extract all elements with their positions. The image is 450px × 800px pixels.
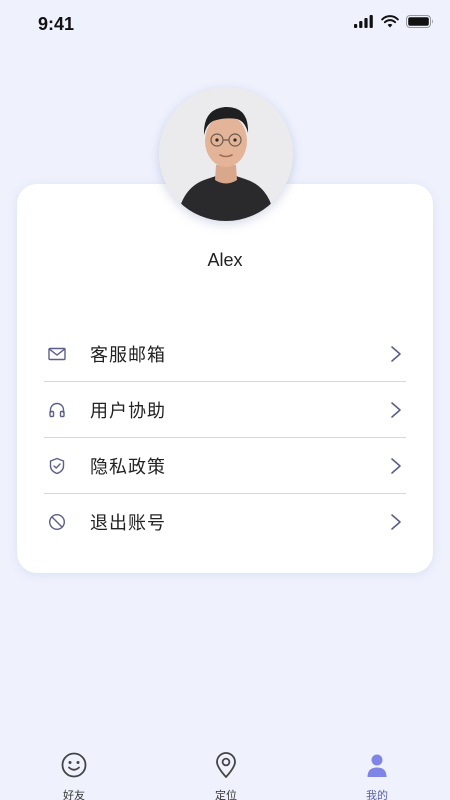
profile-name: Alex xyxy=(207,250,243,270)
tab-label: 定位 xyxy=(215,789,237,800)
menu-item-logout[interactable]: 退出账号 xyxy=(44,494,406,550)
user-icon xyxy=(367,754,387,777)
tab-label: 我的 xyxy=(366,789,388,800)
smile-icon xyxy=(61,752,87,778)
status-bar: 9:41 xyxy=(0,0,450,50)
settings-menu: 客服邮箱 用户协助 隐私政策 退出账号 xyxy=(44,326,406,550)
tab-location[interactable]: 定位 xyxy=(191,745,261,800)
status-time: 9:41 xyxy=(38,14,75,34)
menu-item-support-email[interactable]: 客服邮箱 xyxy=(44,326,406,382)
battery-icon xyxy=(406,15,433,28)
bottom-tab-bar: 好友 定位 我的 xyxy=(0,745,450,800)
avatar-photo xyxy=(159,87,293,221)
location-pin-icon xyxy=(216,752,236,778)
avatar[interactable] xyxy=(159,87,293,221)
tab-me[interactable]: 我的 xyxy=(342,745,412,800)
chevron-right-icon xyxy=(391,346,401,362)
menu-item-label: 隐私政策 xyxy=(90,457,166,478)
shield-check-icon xyxy=(49,457,65,475)
tab-label: 好友 xyxy=(63,789,85,800)
menu-item-label: 用户协助 xyxy=(90,401,166,422)
profile-card: Alex 客服邮箱 用户协助 隐私政策 退出账号 xyxy=(17,184,433,573)
menu-item-user-assistance[interactable]: 用户协助 xyxy=(44,382,406,438)
wifi-icon xyxy=(381,15,399,28)
chevron-right-icon xyxy=(391,458,401,474)
chevron-right-icon xyxy=(391,514,401,530)
status-icons xyxy=(354,15,434,28)
chevron-right-icon xyxy=(391,402,401,418)
ban-icon xyxy=(48,513,66,531)
tab-friends[interactable]: 好友 xyxy=(39,745,109,800)
cellular-signal-icon xyxy=(354,15,373,28)
headphones-icon xyxy=(49,402,65,418)
menu-item-label: 退出账号 xyxy=(90,513,166,534)
menu-item-label: 客服邮箱 xyxy=(90,345,166,366)
menu-item-privacy-policy[interactable]: 隐私政策 xyxy=(44,438,406,494)
mail-icon xyxy=(48,347,66,361)
